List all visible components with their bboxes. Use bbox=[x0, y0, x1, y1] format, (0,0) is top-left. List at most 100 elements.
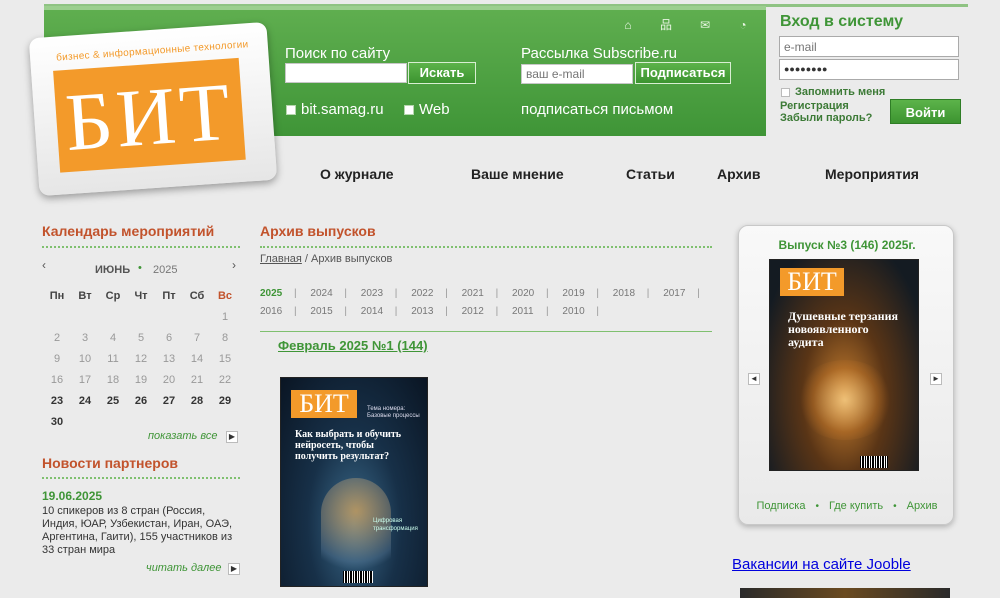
calendar-day[interactable]: 28 bbox=[183, 391, 211, 412]
mail-icon[interactable]: ✉ bbox=[697, 18, 713, 32]
remember-me-checkbox[interactable] bbox=[781, 88, 790, 97]
calendar-prev-icon[interactable]: ‹ bbox=[42, 258, 46, 272]
search-option-site-checkbox[interactable] bbox=[286, 105, 296, 115]
breadcrumb-current: / Архив выпусков bbox=[301, 253, 393, 265]
calendar-day[interactable]: 5 bbox=[127, 328, 155, 349]
sitemap-icon[interactable]: 品 bbox=[658, 18, 674, 32]
calendar-day[interactable]: 16 bbox=[43, 370, 71, 391]
partner-news-more-arrow-icon[interactable]: ▶ bbox=[228, 563, 240, 575]
login-email-field[interactable] bbox=[779, 36, 959, 57]
search-option-web-label[interactable]: Web bbox=[419, 101, 450, 118]
year-link[interactable]: 2011 bbox=[512, 306, 534, 317]
subscription-link[interactable]: Подписка bbox=[757, 500, 806, 512]
partner-news-title: Новости партнеров bbox=[42, 455, 179, 471]
year-link[interactable]: 2015 bbox=[310, 306, 332, 317]
cover-barcode bbox=[343, 571, 373, 583]
calendar-day[interactable]: 8 bbox=[211, 328, 239, 349]
search-input[interactable] bbox=[285, 63, 407, 83]
calendar-day[interactable]: 27 bbox=[155, 391, 183, 412]
calendar-day[interactable]: 22 bbox=[211, 370, 239, 391]
current-cover-headline-3: аудита bbox=[788, 335, 824, 349]
calendar-day[interactable]: 2 bbox=[43, 328, 71, 349]
register-link[interactable]: Регистрация bbox=[780, 100, 849, 112]
year-link[interactable]: 2014 bbox=[361, 306, 383, 317]
home-icon[interactable]: ⌂ bbox=[620, 18, 636, 32]
calendar-day[interactable]: 15 bbox=[211, 349, 239, 370]
year-link[interactable]: 2017 bbox=[663, 288, 685, 299]
nav-about[interactable]: О журнале bbox=[320, 166, 394, 182]
issue-cover-image[interactable]: БИТ Тема номера: Базовые процессы Как вы… bbox=[280, 377, 428, 587]
jooble-vacancies-link[interactable]: Вакансии на сайте Jooble bbox=[732, 556, 911, 573]
calendar-day[interactable]: 3 bbox=[71, 328, 99, 349]
partner-news-date[interactable]: 19.06.2025 bbox=[42, 489, 102, 503]
calendar-day[interactable]: 30 bbox=[43, 412, 71, 433]
calendar-day[interactable]: 6 bbox=[155, 328, 183, 349]
calendar-day[interactable]: 18 bbox=[99, 370, 127, 391]
calendar-day[interactable]: 12 bbox=[127, 349, 155, 370]
prev-issue-arrow-icon[interactable]: ◄ bbox=[748, 373, 760, 385]
year-link[interactable]: 2018 bbox=[613, 288, 635, 299]
where-to-buy-link[interactable]: Где купить bbox=[829, 500, 883, 512]
calendar-day[interactable]: 26 bbox=[127, 391, 155, 412]
nav-events[interactable]: Мероприятия bbox=[825, 166, 919, 182]
subscribe-by-letter-link[interactable]: подписаться письмом bbox=[521, 101, 673, 118]
current-issue-title[interactable]: Выпуск №3 (146) 2025г. bbox=[739, 238, 955, 252]
calendar-day[interactable]: 4 bbox=[99, 328, 127, 349]
year-separator: | bbox=[596, 288, 599, 299]
calendar-day[interactable]: 17 bbox=[71, 370, 99, 391]
calendar-next-icon[interactable]: › bbox=[232, 258, 236, 272]
calendar-show-all-link[interactable]: показать все bbox=[148, 430, 217, 442]
year-link[interactable]: 2010 bbox=[562, 306, 584, 317]
login-button[interactable]: Войти bbox=[890, 99, 961, 124]
year-link[interactable]: 2012 bbox=[462, 306, 484, 317]
current-cover-headline-1: Душевные терзания bbox=[788, 309, 898, 323]
search-button[interactable]: Искать bbox=[408, 62, 476, 84]
calendar-day[interactable]: 23 bbox=[43, 391, 71, 412]
calendar-day[interactable]: 20 bbox=[155, 370, 183, 391]
archive-link[interactable]: Архив bbox=[907, 500, 938, 512]
calendar-day[interactable]: 21 bbox=[183, 370, 211, 391]
calendar-day[interactable]: 1 bbox=[211, 307, 239, 328]
calendar-show-all-arrow-icon[interactable]: ▶ bbox=[226, 431, 238, 443]
login-password-field[interactable]: ●●●●●●●● bbox=[779, 59, 959, 80]
breadcrumb-home-link[interactable]: Главная bbox=[260, 253, 302, 265]
calendar-day[interactable]: 29 bbox=[211, 391, 239, 412]
calendar-day bbox=[99, 307, 127, 328]
forgot-password-link[interactable]: Забыли пароль? bbox=[780, 112, 872, 124]
calendar-day[interactable]: 9 bbox=[43, 349, 71, 370]
issue-link[interactable]: Февраль 2025 №1 (144) bbox=[278, 338, 428, 353]
calendar-day[interactable]: 14 bbox=[183, 349, 211, 370]
year-link[interactable]: 2024 bbox=[310, 288, 332, 299]
subscribe-button[interactable]: Подписаться bbox=[635, 62, 731, 84]
search-option-site-label[interactable]: bit.samag.ru bbox=[301, 101, 384, 118]
next-issue-arrow-icon[interactable]: ► bbox=[930, 373, 942, 385]
partner-news-more-link[interactable]: читать далее bbox=[146, 562, 222, 574]
year-separator: | bbox=[294, 288, 297, 299]
calendar-day[interactable]: 19 bbox=[127, 370, 155, 391]
nav-archive[interactable]: Архив bbox=[717, 166, 760, 182]
year-link[interactable]: 2013 bbox=[411, 306, 433, 317]
calendar-day[interactable]: 13 bbox=[155, 349, 183, 370]
calendar-day[interactable]: 7 bbox=[183, 328, 211, 349]
year-link[interactable]: 2023 bbox=[361, 288, 383, 299]
nav-articles[interactable]: Статьи bbox=[626, 166, 675, 182]
rss-icon[interactable]: ◔ bbox=[735, 18, 751, 32]
logo-letters: БИТ bbox=[62, 65, 237, 169]
calendar-day[interactable]: 10 bbox=[71, 349, 99, 370]
site-logo[interactable]: бизнес & информационные технологии БИТ bbox=[28, 21, 278, 197]
year-link[interactable]: 2025 bbox=[260, 288, 282, 299]
year-link[interactable]: 2022 bbox=[411, 288, 433, 299]
year-link[interactable]: 2016 bbox=[260, 306, 282, 317]
calendar-day[interactable]: 24 bbox=[71, 391, 99, 412]
search-label: Поиск по сайту bbox=[285, 45, 391, 62]
subscribe-email-input[interactable] bbox=[521, 64, 633, 84]
year-link[interactable]: 2021 bbox=[462, 288, 484, 299]
search-option-web-checkbox[interactable] bbox=[404, 105, 414, 115]
year-link[interactable]: 2020 bbox=[512, 288, 534, 299]
year-link[interactable]: 2019 bbox=[562, 288, 584, 299]
calendar-day[interactable]: 11 bbox=[99, 349, 127, 370]
cover-logo: БИТ bbox=[291, 390, 357, 418]
calendar-day[interactable]: 25 bbox=[99, 391, 127, 412]
nav-opinion[interactable]: Ваше мнение bbox=[471, 166, 564, 182]
current-issue-cover-image[interactable]: БИТ Душевные терзания новоявленного ауди… bbox=[769, 259, 919, 471]
